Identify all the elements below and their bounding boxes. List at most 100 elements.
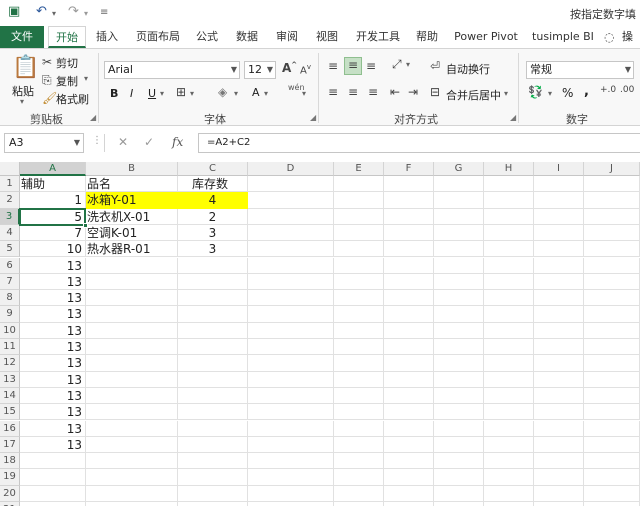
grid-cell[interactable] [86, 290, 178, 307]
grid-cell[interactable] [86, 453, 178, 470]
grid-cell[interactable] [534, 290, 584, 307]
grid-cell[interactable] [384, 273, 434, 291]
table-cell-helper[interactable]: 13 [20, 355, 86, 371]
align-center-icon[interactable]: ≡ [348, 85, 358, 99]
grid-cell[interactable] [534, 339, 584, 356]
grid-cell[interactable] [384, 485, 434, 502]
lightbulb-icon[interactable]: ◌ [604, 26, 614, 48]
merge-center-button[interactable]: 合并后居中 [446, 87, 501, 103]
row-header-11[interactable]: 11 [0, 339, 20, 356]
grid-cell[interactable] [434, 485, 484, 502]
align-top-icon[interactable]: ≡ [328, 59, 338, 73]
grid-cell[interactable] [178, 290, 248, 307]
dialog-launcher-icon[interactable]: ◢ [510, 113, 516, 122]
grid-cell[interactable] [434, 404, 484, 421]
header-cell-helper[interactable]: 辅助 [20, 176, 86, 192]
grid-cell[interactable] [484, 224, 534, 242]
header-cell-product[interactable]: 品名 [86, 176, 178, 192]
row-header-19[interactable]: 19 [0, 469, 20, 486]
grid-cell[interactable] [584, 404, 640, 421]
grid-cell[interactable] [86, 404, 178, 421]
row-header-17[interactable]: 17 [0, 436, 20, 454]
row-header-20[interactable]: 20 [0, 485, 20, 502]
grid-cell[interactable] [384, 469, 434, 486]
tab-power-pivot[interactable]: Power Pivot [452, 26, 520, 48]
grid-cell[interactable] [178, 273, 248, 291]
grid-cell[interactable] [434, 306, 484, 323]
grid-cell[interactable] [384, 339, 434, 356]
chevron-down-icon[interactable]: ▾ [160, 89, 164, 98]
grid-cell[interactable] [534, 306, 584, 323]
row-header-13[interactable]: 13 [0, 371, 20, 388]
grid-cell[interactable] [334, 502, 384, 506]
grid-cell[interactable] [384, 224, 434, 242]
increase-decimal-icon[interactable]: +.0 [600, 85, 616, 95]
grid-cell[interactable] [248, 224, 334, 242]
grid-cell[interactable] [334, 404, 384, 421]
grid-cell[interactable] [248, 290, 334, 307]
grid-cell[interactable] [584, 322, 640, 339]
grid-cell[interactable] [334, 176, 384, 193]
grid-cell[interactable] [248, 192, 334, 209]
grid-cell[interactable] [434, 192, 484, 209]
grid-cell[interactable] [384, 355, 434, 372]
column-header-i[interactable]: I [534, 162, 584, 176]
grid-cell[interactable] [248, 371, 334, 388]
orientation-icon[interactable]: ⤢ [392, 57, 402, 72]
wrap-text-icon[interactable]: ⏎ [430, 59, 440, 73]
dialog-launcher-icon[interactable]: ◢ [310, 113, 316, 122]
column-header-h[interactable]: H [484, 162, 534, 176]
grid-cell[interactable] [178, 485, 248, 502]
grid-cell[interactable] [484, 339, 534, 356]
grid-cell[interactable] [584, 453, 640, 470]
grid-cell[interactable] [484, 469, 534, 486]
grid-cell[interactable] [20, 485, 86, 502]
select-all-corner[interactable] [0, 162, 20, 176]
grid-cell[interactable] [534, 469, 584, 486]
borders-icon[interactable]: ⊞ [176, 85, 186, 99]
grid-cell[interactable] [248, 485, 334, 502]
grid-cell[interactable] [434, 208, 484, 225]
grid-cell[interactable] [384, 306, 434, 323]
grid-cell[interactable] [248, 306, 334, 323]
grid-cell[interactable] [484, 273, 534, 291]
tab-home[interactable]: 开始 [48, 26, 86, 48]
grid-cell[interactable] [86, 485, 178, 502]
underline-button[interactable]: U [148, 87, 156, 100]
table-cell-helper[interactable]: 13 [20, 306, 86, 322]
table-cell-helper[interactable]: 13 [20, 339, 86, 355]
table-cell-product[interactable]: 洗衣机X-01 [86, 209, 178, 225]
cut-button[interactable]: 剪切 [56, 55, 78, 71]
column-header-e[interactable]: E [334, 162, 384, 176]
row-header-7[interactable]: 7 [0, 273, 20, 291]
grid-cell[interactable] [384, 322, 434, 339]
grid-cell[interactable] [334, 453, 384, 470]
grid-cell[interactable] [484, 306, 534, 323]
table-cell-product[interactable]: 冰箱Y-01 [86, 192, 178, 209]
grid-cell[interactable] [484, 176, 534, 193]
tab-review[interactable]: 审阅 [270, 26, 304, 48]
grid-cell[interactable] [434, 355, 484, 372]
grid-cell[interactable] [86, 355, 178, 372]
grid-cell[interactable] [484, 420, 534, 437]
grid-cell[interactable] [384, 453, 434, 470]
table-cell-helper[interactable]: 7 [20, 225, 86, 241]
grid-cell[interactable] [248, 257, 334, 274]
copy-icon[interactable]: ⎘ [42, 73, 52, 88]
grid-cell[interactable] [584, 339, 640, 356]
grid-cell[interactable] [434, 224, 484, 242]
grid-cell[interactable] [334, 273, 384, 291]
chevron-down-icon[interactable]: ▾ [52, 9, 56, 18]
grid-cell[interactable] [334, 208, 384, 225]
grid-cell[interactable] [248, 420, 334, 437]
grid-cell[interactable] [20, 453, 86, 470]
copy-button[interactable]: 复制 [56, 73, 78, 89]
grid-cell[interactable] [334, 355, 384, 372]
grid-cell[interactable] [434, 420, 484, 437]
tab-data[interactable]: 数据 [230, 26, 264, 48]
cut-icon[interactable]: ✂ [42, 55, 52, 69]
row-header-21[interactable]: 21 [0, 502, 20, 506]
table-cell-helper[interactable]: 13 [20, 421, 86, 437]
grid-cell[interactable] [334, 387, 384, 405]
row-header-4[interactable]: 4 [0, 224, 20, 242]
